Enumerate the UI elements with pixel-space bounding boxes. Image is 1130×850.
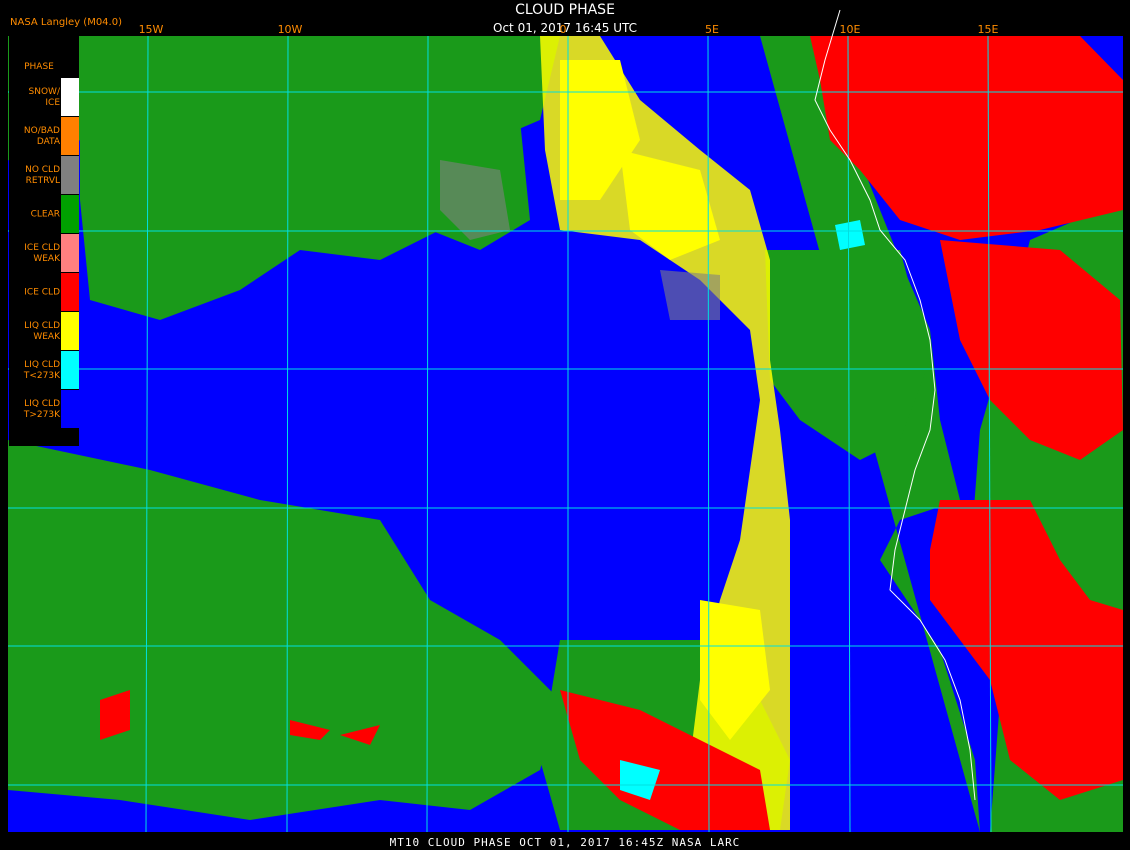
legend-item: CLEAR: [9, 195, 84, 234]
legend-item: LIQ CLD T<273K: [9, 351, 84, 390]
legend-item: LIQ CLD T>273K: [9, 390, 84, 429]
cloud-phase-map: [0, 0, 1130, 850]
legend-label: ICE CLD: [24, 287, 60, 297]
legend-swatch: [61, 195, 79, 233]
legend-swatch: [61, 312, 79, 350]
legend-item: LIQ CLD WEAK: [9, 312, 84, 351]
lon-label: 10E: [839, 23, 861, 36]
legend-swatch: [61, 234, 79, 272]
lon-label: 15E: [977, 23, 999, 36]
lon-label: 5E: [705, 23, 719, 36]
legend-swatch: [61, 117, 79, 155]
footer-caption: MT10 CLOUD PHASE OCT 01, 2017 16:45Z NAS…: [389, 836, 741, 849]
imagery: [8, 36, 1123, 832]
legend-label: NO CLD RETRVL: [25, 164, 60, 186]
legend-label: NO/BAD DATA: [23, 125, 60, 147]
legend-item: SNOW/ ICE: [9, 78, 84, 117]
legend-item: ICE CLD: [9, 273, 84, 312]
lon-label: 15W: [138, 23, 164, 36]
lon-label: 0: [559, 23, 567, 36]
legend-item: ICE CLD WEAK: [9, 234, 84, 273]
legend-swatch: [61, 156, 79, 194]
legend-swatch: [61, 351, 79, 389]
legend-item: NO/BAD DATA: [9, 117, 84, 156]
legend: PHASE SNOW/ ICE NO/BAD DATA NO CLD RETRV…: [9, 36, 79, 446]
legend-swatch: [61, 273, 79, 311]
legend-title: PHASE: [24, 62, 54, 72]
legend-item: NO CLD RETRVL: [9, 156, 84, 195]
legend-swatch: [61, 78, 79, 116]
legend-swatch: [61, 390, 79, 428]
legend-label: LIQ CLD WEAK: [24, 320, 60, 342]
legend-label: LIQ CLD T<273K: [23, 359, 60, 381]
page-title: CLOUD PHASE: [515, 2, 615, 18]
legend-label: SNOW/ ICE: [28, 86, 60, 108]
legend-label: LIQ CLD T>273K: [23, 398, 60, 420]
legend-label: ICE CLD WEAK: [24, 242, 60, 264]
lon-label: 10W: [277, 23, 303, 36]
legend-label: CLEAR: [30, 209, 60, 219]
